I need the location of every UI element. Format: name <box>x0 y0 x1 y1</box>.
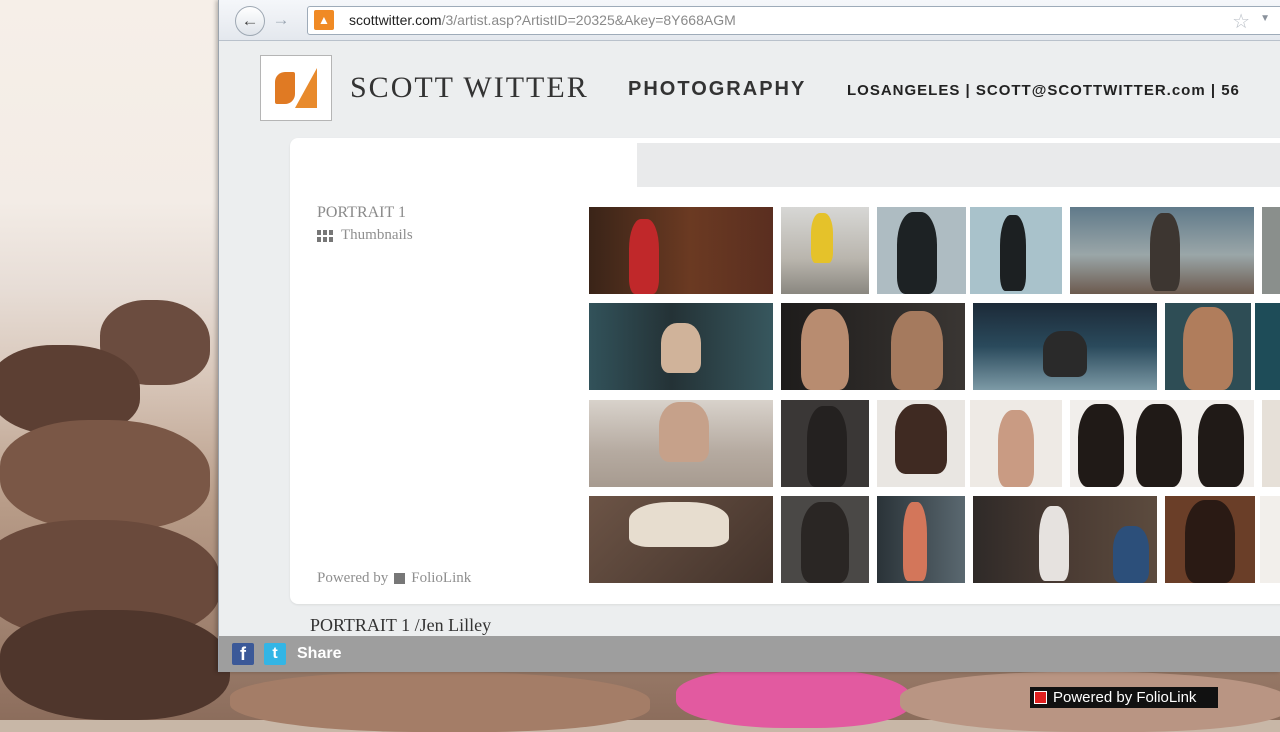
photo-thumbnail[interactable] <box>877 400 965 487</box>
photo-thumbnail[interactable] <box>1070 207 1254 294</box>
site-subtitle: PHOTOGRAPHY <box>628 78 807 100</box>
gallery-nav-strip <box>637 143 1280 187</box>
logo-mark-icon <box>273 66 319 110</box>
rock <box>0 610 230 720</box>
url-host: scottwitter.com <box>349 12 442 28</box>
photo-thumbnail[interactable] <box>589 207 773 294</box>
photo-thumbnail[interactable] <box>589 400 773 487</box>
gallery-panel: PORTRAIT 1 Thumbnails Powered by FolioLi… <box>290 138 1280 604</box>
photo-thumbnail[interactable] <box>1070 400 1254 487</box>
site-favicon-icon: ▲ <box>314 10 334 30</box>
photo-caption: PORTRAIT 1 /Jen Lilley <box>310 615 492 635</box>
thumbnails-label: Thumbnails <box>341 227 413 243</box>
photo-thumbnail[interactable] <box>970 207 1062 294</box>
photo-thumbnail[interactable] <box>781 496 869 583</box>
foliolink-badge[interactable]: Powered by FolioLink <box>1030 687 1218 708</box>
grid-icon <box>317 229 333 242</box>
forward-button[interactable]: → <box>267 6 295 34</box>
web-page: SCOTT WITTER PHOTOGRAPHY LOSANGELES | SC… <box>219 41 1280 672</box>
photo-thumbnail[interactable] <box>970 400 1062 487</box>
powered-prefix: Powered by <box>317 570 389 586</box>
site-logo[interactable] <box>260 55 332 121</box>
site-contact: LOSANGELES | SCOTT@SCOTTWITTER.com | 56 <box>847 82 1240 99</box>
photo-thumbnail[interactable] <box>973 496 1157 583</box>
badge-text: Powered by FolioLink <box>1053 689 1197 706</box>
arrow-right-icon: → <box>272 10 290 29</box>
photo-thumbnail[interactable] <box>1262 207 1280 294</box>
photo-thumbnail[interactable] <box>877 496 965 583</box>
gallery-title[interactable]: PORTRAIT 1 <box>317 204 406 222</box>
bookmark-star-icon[interactable]: ☆ <box>1232 9 1250 34</box>
url-text: scottwitter.com/3/artist.asp?ArtistID=20… <box>349 12 736 28</box>
photo-thumbnail[interactable] <box>877 207 966 294</box>
arrow-left-icon: ← <box>241 11 259 30</box>
address-bar[interactable]: ▲ scottwitter.com/3/artist.asp?ArtistID=… <box>307 6 1280 35</box>
photo-thumbnail[interactable] <box>781 207 869 294</box>
photo-thumbnail[interactable] <box>781 303 965 390</box>
photo-thumbnail[interactable] <box>589 303 773 390</box>
rock <box>230 672 650 732</box>
foliolink-icon <box>394 573 406 584</box>
share-button[interactable]: Share <box>297 645 341 663</box>
photo-thumbnail[interactable] <box>1260 496 1280 583</box>
photo-thumbnail[interactable] <box>1165 496 1255 583</box>
twitter-icon[interactable]: t <box>264 643 286 665</box>
back-button[interactable]: ← <box>235 6 265 36</box>
facebook-icon[interactable]: f <box>232 643 254 665</box>
site-title: SCOTT WITTER <box>350 71 589 104</box>
rock <box>676 668 911 728</box>
share-bar: f t Share <box>219 636 1280 672</box>
thumbnails-link[interactable]: Thumbnails <box>317 227 413 244</box>
url-dropdown-icon[interactable]: ▼ <box>1260 13 1270 24</box>
photo-thumbnail[interactable] <box>781 400 869 487</box>
record-icon <box>1034 691 1047 704</box>
powered-by[interactable]: Powered by FolioLink <box>317 570 471 587</box>
photo-thumbnail[interactable] <box>1255 303 1280 390</box>
powered-brand: FolioLink <box>411 570 472 586</box>
browser-window: ← → ▲ scottwitter.com/3/artist.asp?Artis… <box>218 0 1280 672</box>
photo-thumbnail[interactable] <box>1262 400 1280 487</box>
photo-thumbnail[interactable] <box>973 303 1157 390</box>
url-path: /3/artist.asp?ArtistID=20325&Akey=8Y668A… <box>441 12 736 28</box>
photo-thumbnail[interactable] <box>1165 303 1251 390</box>
photo-thumbnail[interactable] <box>589 496 773 583</box>
rock <box>0 420 210 530</box>
browser-toolbar: ← → ▲ scottwitter.com/3/artist.asp?Artis… <box>219 0 1280 41</box>
